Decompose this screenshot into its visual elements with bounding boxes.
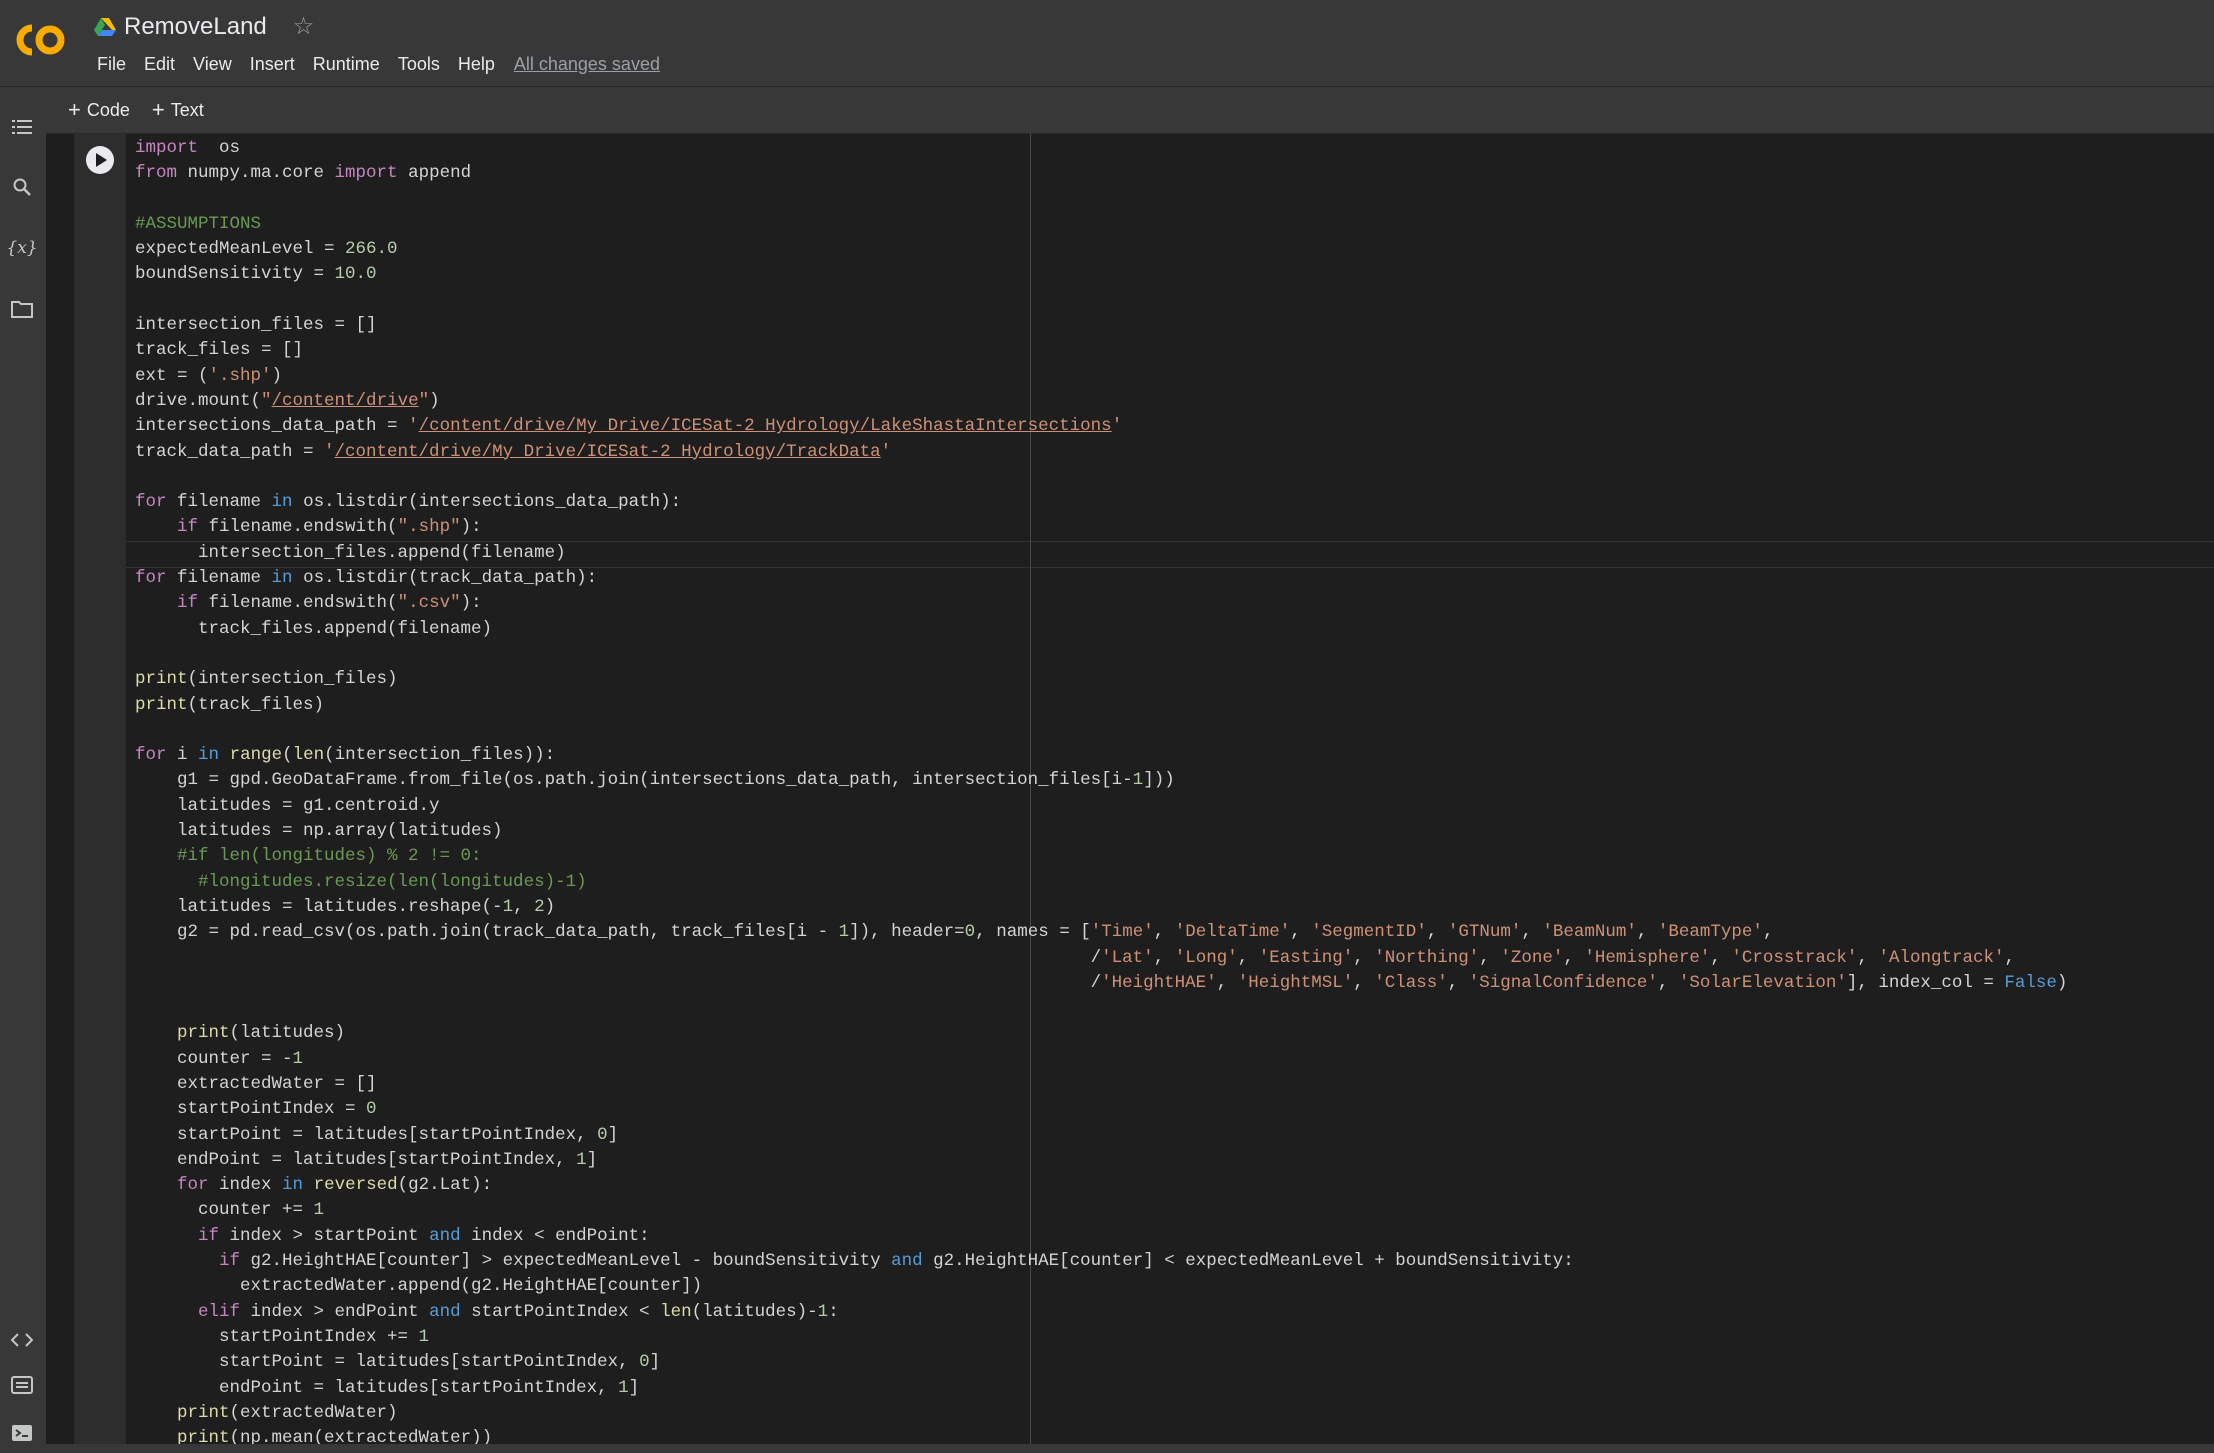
- code-line: print(intersection_files): [135, 669, 398, 690]
- code-line: #longitudes.resize(len(longitudes)-1): [135, 871, 587, 892]
- code-line: extractedWater.append(g2.HeightHAE[count…: [135, 1276, 703, 1297]
- code-line: endPoint = latitudes[startPointIndex, 1]: [135, 1149, 598, 1170]
- code-line: latitudes = latitudes.reshape(-1, 2): [135, 896, 556, 917]
- code-line: #if len(longitudes) % 2 != 0:: [135, 846, 482, 867]
- code-line: intersection_files.append(filename): [135, 542, 566, 563]
- add-text-label: Text: [170, 99, 204, 120]
- plus-icon: +: [151, 97, 165, 122]
- code-line: extractedWater = []: [135, 1073, 377, 1094]
- menu-tools[interactable]: Tools: [389, 54, 449, 75]
- code-line: #ASSUMPTIONS: [135, 213, 262, 234]
- code-line: expectedMeanLevel = 266.0: [135, 239, 398, 260]
- menu-runtime[interactable]: Runtime: [304, 54, 389, 75]
- code-snippets-icon[interactable]: [6, 1324, 38, 1356]
- code-line: track_files = []: [135, 340, 304, 361]
- code-line: print(latitudes): [177, 1023, 346, 1044]
- command-palette-icon[interactable]: [6, 1369, 38, 1401]
- notebook-margin: [46, 134, 74, 1444]
- code-line: print(track_files): [135, 694, 325, 715]
- star-icon[interactable]: ☆: [293, 15, 315, 39]
- code-line: track_files.append(filename): [135, 618, 493, 639]
- code-line: intersection_files = []: [135, 315, 377, 336]
- cell-gutter: [74, 134, 126, 1444]
- app-header: RemoveLand ☆ File Edit View Insert Runti…: [0, 0, 2214, 87]
- horizontal-scrollbar[interactable]: [46, 1444, 2214, 1453]
- code-line: print(extractedWater): [177, 1402, 398, 1423]
- code-line: latitudes = np.array(latitudes): [135, 821, 503, 842]
- notebook-title[interactable]: RemoveLand: [124, 13, 267, 41]
- code-line: latitudes = g1.centroid.y: [135, 795, 440, 816]
- menu-help[interactable]: Help: [449, 54, 504, 75]
- code-line: if filename.endswith(".shp"):: [177, 517, 482, 538]
- search-icon[interactable]: [6, 171, 38, 203]
- code-line: elif index > endPoint and startPointInde…: [198, 1301, 839, 1322]
- colab-logo[interactable]: [12, 20, 68, 60]
- code-line: startPointIndex = 0: [135, 1099, 377, 1120]
- code-line: counter = -1: [135, 1048, 304, 1069]
- code-line: startPointIndex += 1: [135, 1326, 430, 1347]
- code-line: startPoint = latitudes[startPointIndex, …: [135, 1124, 619, 1145]
- code-line: if filename.endswith(".csv"):: [177, 593, 482, 614]
- code-line: ext = ('.shp'): [135, 365, 283, 386]
- code-line: drive.mount("/content/drive"): [135, 390, 440, 411]
- terminal-icon[interactable]: [6, 1417, 38, 1449]
- code-line: intersections_data_path = '/content/driv…: [135, 416, 1123, 437]
- code-line: if g2.HeightHAE[counter] > expectedMeanL…: [219, 1251, 1574, 1272]
- plus-icon: +: [68, 97, 81, 122]
- code-line: for i in range(len(intersection_files)):: [135, 745, 556, 766]
- add-text-cell-button[interactable]: + Text: [152, 97, 204, 123]
- code-line: startPoint = latitudes[startPointIndex, …: [135, 1352, 661, 1373]
- save-status-link[interactable]: All changes saved: [514, 54, 660, 75]
- code-line: /'Lat', 'Long', 'Easting', 'Northing', '…: [135, 947, 2015, 968]
- variables-icon[interactable]: {x}: [6, 232, 38, 264]
- title-row: RemoveLand ☆: [94, 12, 314, 42]
- code-line: endPoint = latitudes[startPointIndex, 1]: [135, 1377, 640, 1398]
- code-line: import os: [135, 138, 241, 158]
- menu-file[interactable]: File: [88, 54, 135, 75]
- menu-insert[interactable]: Insert: [241, 54, 304, 75]
- add-code-label: Code: [86, 99, 130, 120]
- menu-view[interactable]: View: [184, 54, 241, 75]
- code-line: counter += 1: [135, 1200, 325, 1221]
- left-sidebar: {x}: [0, 87, 46, 1453]
- code-line: g2 = pd.read_csv(os.path.join(track_data…: [135, 922, 1774, 943]
- code-line: g1 = gpd.GeoDataFrame.from_file(os.path.…: [135, 770, 1175, 791]
- code-line: for filename in os.listdir(track_data_pa…: [135, 568, 598, 589]
- files-icon[interactable]: [6, 293, 38, 325]
- add-code-cell-button[interactable]: + Code: [68, 97, 130, 123]
- code-line: /'HeightHAE', 'HeightMSL', 'Class', 'Sig…: [135, 972, 2068, 993]
- menu-bar: File Edit View Insert Runtime Tools Help…: [88, 52, 660, 76]
- menu-edit[interactable]: Edit: [135, 54, 184, 75]
- code-line: track_data_path = '/content/drive/My Dri…: [135, 441, 892, 462]
- code-cell-source[interactable]: import os from numpy.ma.core import appen…: [135, 136, 2067, 1451]
- table-of-contents-icon[interactable]: [6, 111, 38, 143]
- cell-toolbar: + Code + Text: [46, 87, 2214, 134]
- google-drive-icon[interactable]: [94, 17, 116, 37]
- code-line: from numpy.ma.core import append: [135, 163, 472, 184]
- code-line: boundSensitivity = 10.0: [135, 264, 377, 285]
- code-line: for index in reversed(g2.Lat):: [177, 1175, 493, 1196]
- run-cell-button[interactable]: [86, 146, 114, 174]
- code-line: for filename in os.listdir(intersections…: [135, 492, 682, 513]
- code-line: if index > startPoint and index < endPoi…: [198, 1225, 650, 1246]
